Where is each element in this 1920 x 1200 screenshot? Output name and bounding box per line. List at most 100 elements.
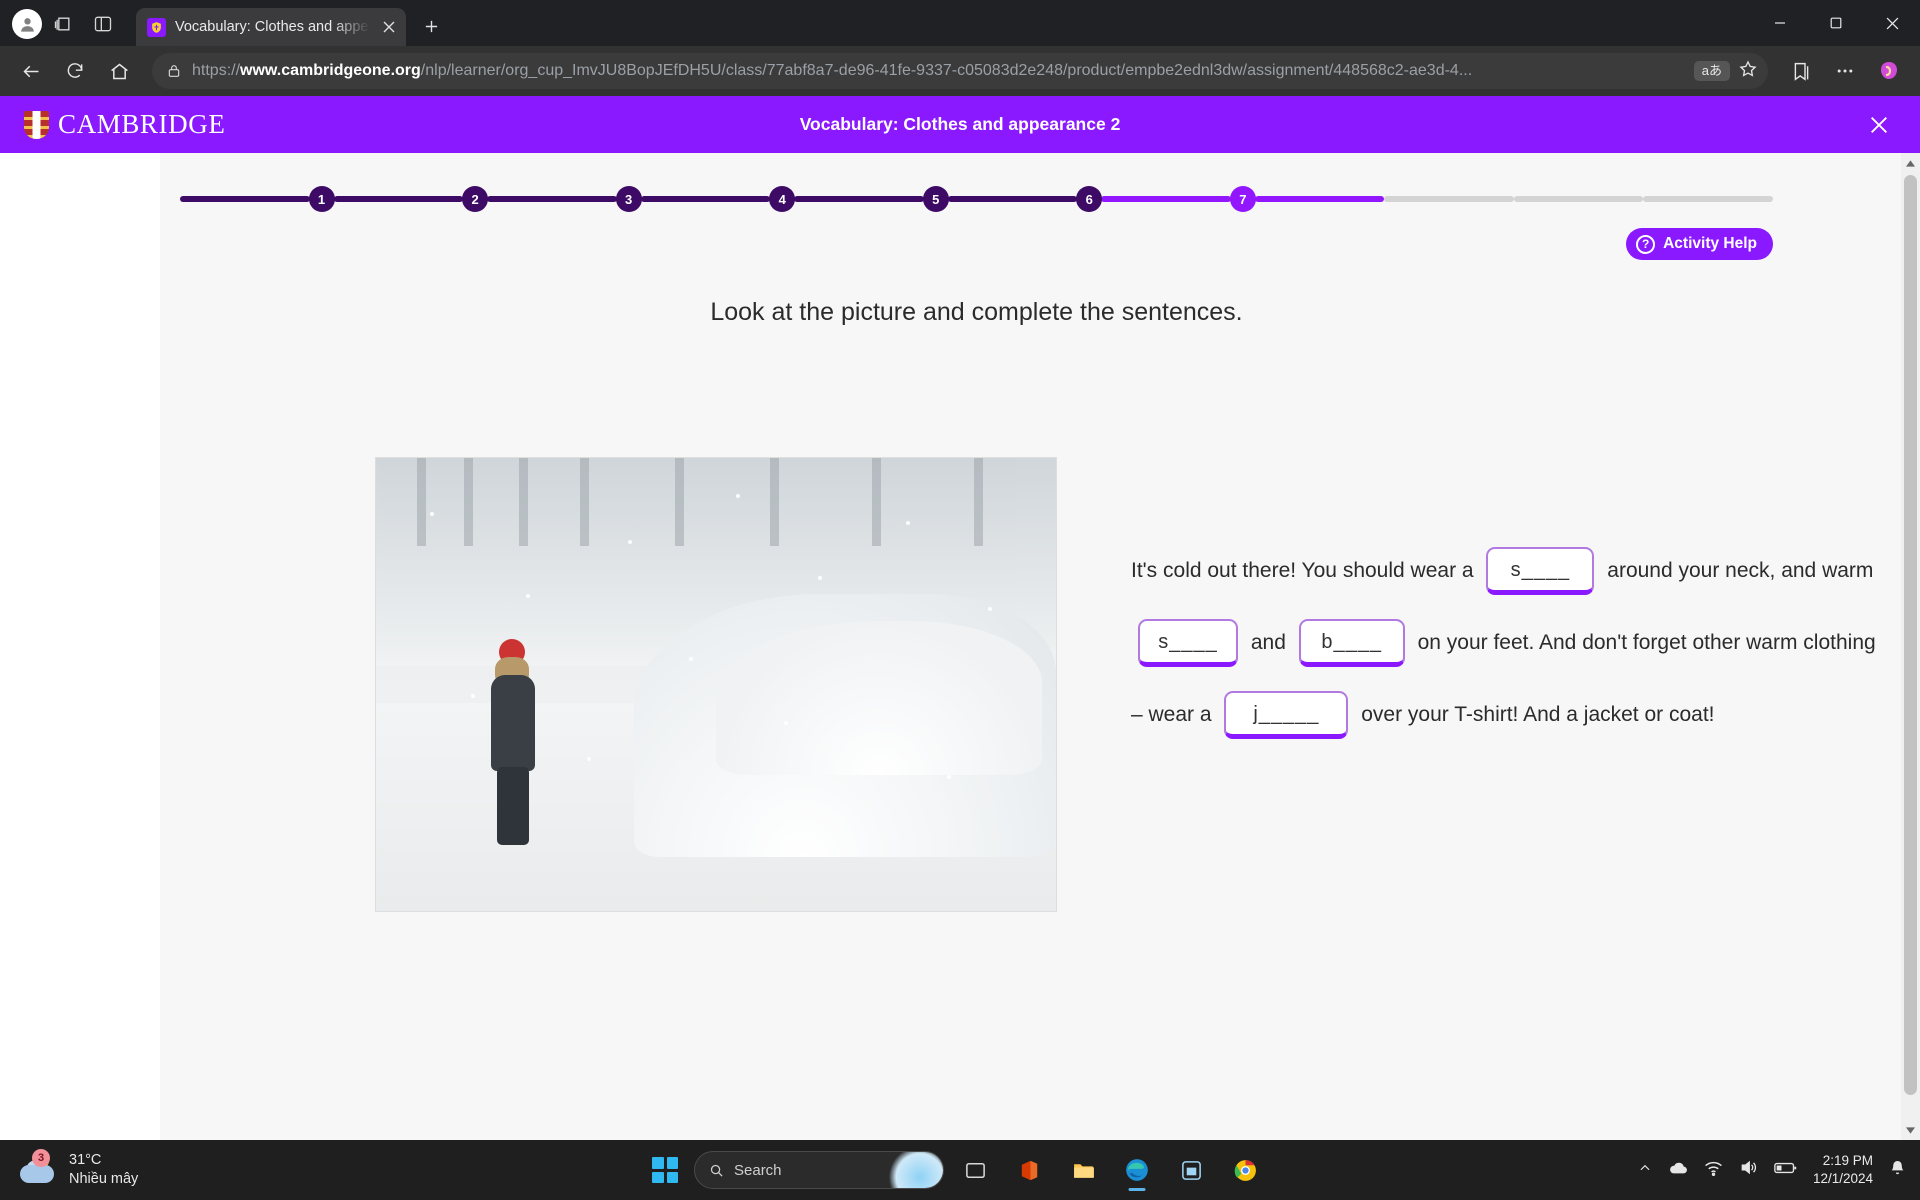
cambridge-crest-icon (24, 110, 49, 139)
tab-title: Vocabulary: Clothes and appearance 2 (175, 19, 372, 35)
progress-step-5[interactable]: 5 (922, 186, 949, 212)
page-scrollbar[interactable] (1901, 153, 1920, 1140)
immersive-reader-button[interactable]: aあ (1693, 60, 1730, 82)
task-area: It's cold out there! You should wear a s… (375, 457, 1920, 912)
copilot-button[interactable] (1870, 52, 1908, 90)
home-button[interactable] (100, 52, 138, 90)
maximize-button[interactable] (1808, 0, 1864, 46)
taskbar-app-microsoft-office[interactable] (1006, 1147, 1052, 1193)
favorite-button[interactable] (1738, 59, 1758, 84)
reload-button[interactable] (56, 52, 94, 90)
taskbar-app-microsoft-store[interactable] (1168, 1147, 1214, 1193)
progress-segment-current (1101, 196, 1231, 202)
wifi-tray-button[interactable] (1704, 1160, 1723, 1181)
address-bar[interactable]: https://www.cambridgeone.org/nlp/learner… (152, 53, 1768, 89)
left-margin-rail (0, 153, 160, 1140)
cambridge-wordmark: CAMBRIDGE (58, 109, 226, 139)
notifications-button[interactable] (1889, 1159, 1906, 1182)
onedrive-tray-button[interactable] (1668, 1160, 1688, 1180)
wifi-icon (1705, 1161, 1722, 1176)
activity-content: 1 2 3 4 5 6 7 ? Activity Help Look at th… (160, 153, 1920, 1140)
answer-input-3[interactable]: b____ (1298, 619, 1405, 668)
battery-tray-button[interactable] (1774, 1161, 1797, 1180)
settings-and-more-button[interactable] (1826, 52, 1864, 90)
progress-step-7[interactable]: 7 (1229, 186, 1256, 212)
collections-button[interactable] (44, 5, 82, 43)
minimize-button[interactable] (1752, 0, 1808, 46)
star-icon (1739, 59, 1757, 77)
profile-avatar-button[interactable] (12, 9, 42, 39)
progress-step-1[interactable]: 1 (308, 186, 335, 212)
taskbar-app-task-view[interactable] (952, 1147, 998, 1193)
scroll-down-button[interactable] (1901, 1120, 1920, 1140)
progress-segment (180, 196, 310, 202)
window-close-button[interactable] (1864, 0, 1920, 46)
split-screen-button[interactable] (84, 5, 122, 43)
reload-icon (67, 63, 83, 78)
back-button[interactable] (12, 52, 50, 90)
edge-icon (1126, 1159, 1148, 1181)
windows-taskbar: 3 31°C Nhiều mây Search 2:19 PM 12/1/202… (0, 1140, 1920, 1200)
battery-icon (1774, 1162, 1797, 1173)
taskbar-app-google-chrome[interactable] (1222, 1147, 1268, 1193)
home-icon (110, 63, 128, 79)
favorites-icon (1794, 62, 1808, 81)
progress-segment-todo[interactable] (1643, 196, 1774, 202)
progress-segment (794, 196, 924, 202)
answer-input-4[interactable]: j_____ (1224, 691, 1349, 740)
scrollbar-track[interactable] (1901, 173, 1920, 1120)
favorites-button[interactable] (1782, 52, 1820, 90)
progress-step-4[interactable]: 4 (769, 186, 796, 212)
close-icon (383, 21, 395, 33)
progress-step-6[interactable]: 6 (1076, 186, 1103, 212)
answer-input-2[interactable]: s____ (1138, 619, 1238, 668)
tab-close-button[interactable] (381, 16, 398, 38)
progress-step-3[interactable]: 3 (615, 186, 642, 212)
show-hidden-icons-button[interactable] (1638, 1161, 1652, 1180)
new-tab-button[interactable] (414, 9, 448, 43)
folder-icon (1073, 1163, 1094, 1178)
answer-input-1[interactable]: s____ (1486, 547, 1595, 596)
cloud-icon (1669, 1162, 1687, 1174)
taskbar-clock[interactable]: 2:19 PM 12/1/2024 (1813, 1152, 1873, 1188)
browser-window: Vocabulary: Clothes and appearance 2 (0, 0, 1920, 1140)
chrome-icon (1234, 1159, 1256, 1181)
sentence-part-3: and (1250, 631, 1286, 654)
activity-help-button[interactable]: ? Activity Help (1626, 228, 1773, 260)
progress-step-2[interactable]: 2 (462, 186, 489, 212)
split-screen-icon (94, 16, 112, 32)
chevron-down-icon (1906, 1126, 1915, 1134)
activity-help-label: Activity Help (1663, 235, 1757, 252)
minimize-icon (1775, 22, 1785, 24)
store-icon (1181, 1160, 1201, 1180)
scrollbar-thumb[interactable] (1904, 175, 1917, 1095)
system-tray: 2:19 PM 12/1/2024 (1638, 1152, 1906, 1188)
sentence-part-2: around your neck, and warm (1607, 559, 1874, 582)
weather-text: 31°C Nhiều mây (69, 1151, 138, 1189)
sentence-part-1: It's cold out there! You should wear a (1131, 559, 1474, 582)
progress-segment (333, 196, 464, 202)
taskbar-search[interactable]: Search (694, 1151, 944, 1189)
scroll-up-button[interactable] (1901, 153, 1920, 173)
activity-image (375, 457, 1057, 912)
progress-stepper: 1 2 3 4 5 6 7 (180, 186, 1774, 212)
progress-segment-todo[interactable] (1384, 196, 1514, 202)
lock-icon (168, 65, 180, 77)
start-button[interactable] (652, 1157, 678, 1183)
browser-tab-active[interactable]: Vocabulary: Clothes and appearance 2 (136, 8, 406, 46)
taskbar-app-microsoft-edge[interactable] (1114, 1147, 1160, 1193)
sentence-part-5: over your T-shirt! And a jacket or coat! (1361, 703, 1715, 726)
search-icon (710, 1164, 723, 1177)
address-bar-actions: aあ (1693, 59, 1758, 84)
activity-close-button[interactable] (1862, 108, 1896, 142)
url-text: https://www.cambridgeone.org/nlp/learner… (192, 62, 1473, 79)
cambridge-one-favicon (147, 17, 166, 37)
volume-tray-button[interactable] (1739, 1159, 1758, 1181)
web-page: CAMBRIDGE Vocabulary: Clothes and appear… (0, 96, 1920, 1140)
ellipsis-icon (1837, 69, 1853, 73)
gap-fill-sentence: It's cold out there! You should wear a s… (1131, 457, 1891, 751)
help-row: ? Activity Help (160, 228, 1773, 260)
taskbar-app-file-explorer[interactable] (1060, 1147, 1106, 1193)
progress-segment-todo[interactable] (1513, 196, 1644, 202)
weather-widget[interactable]: 3 31°C Nhiều mây (18, 1149, 138, 1189)
